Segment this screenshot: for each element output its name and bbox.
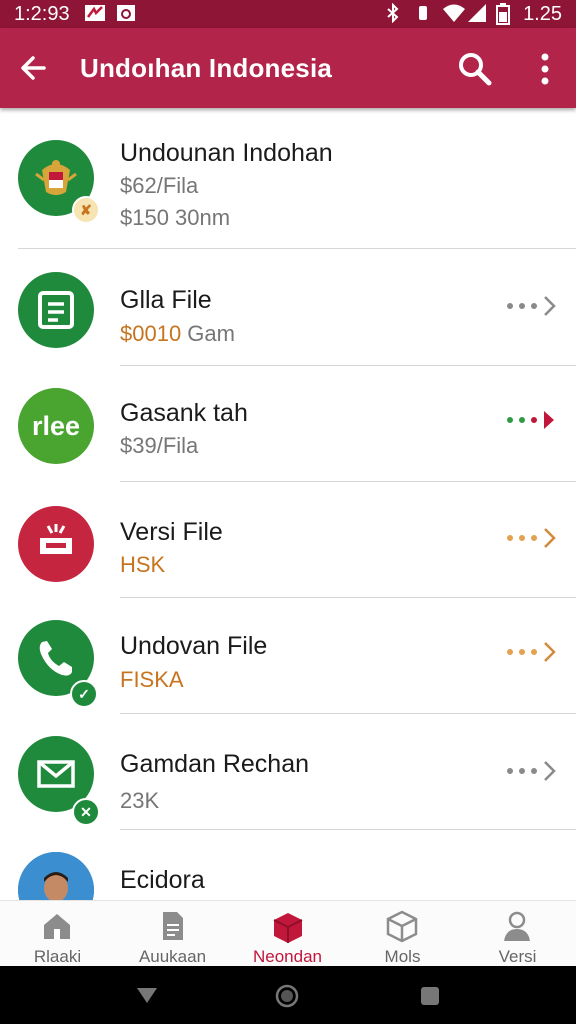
back-button[interactable] (18, 50, 50, 86)
status-time: 1:2:93 (14, 3, 70, 25)
nav-label: Mols (384, 947, 421, 966)
list-item[interactable]: Glla File $0010 Gam (0, 250, 576, 366)
wifi-icon (442, 3, 466, 28)
back-triangle-icon[interactable] (136, 986, 158, 1004)
home-icon (44, 914, 70, 939)
nav-label: Versi (498, 947, 537, 966)
status-badge: ✓ (70, 680, 98, 708)
status-badge: ✘ (72, 196, 100, 224)
item-unit: Gam (181, 321, 235, 346)
nav-item-mols[interactable]: Mols (345, 901, 460, 967)
item-subtitle: HSK (120, 552, 166, 577)
more-dots-button[interactable] (504, 294, 560, 318)
more-dots-icon (507, 761, 556, 781)
more-vert-icon (541, 53, 549, 85)
person-photo-icon (18, 852, 94, 900)
item-title: Undounan Indohan (120, 139, 333, 167)
item-price: $0010 (120, 321, 182, 346)
search-button[interactable] (456, 50, 494, 88)
status-right-time: 1.25 (523, 3, 562, 25)
status-bar: 1:2:93 1.25 (0, 0, 576, 28)
more-dots-orange-icon (507, 642, 556, 662)
home-circle-icon[interactable] (275, 984, 299, 1008)
divider (18, 248, 576, 249)
battery-icon (496, 3, 510, 30)
nav-label: Rlaaki (33, 947, 82, 966)
item-title: Versi File (120, 518, 223, 546)
page-title: Undoıhan Indonesia (80, 53, 333, 83)
list-item[interactable]: rlee Gasank tah $39/Fila (0, 366, 576, 482)
list-item[interactable]: ✘ Undounan Indohan $62/Fila $150 30nm (0, 108, 576, 249)
person-icon (504, 911, 530, 941)
rlee-logo-text: rlee (32, 411, 80, 441)
item-subtitle: $39/Fila (120, 433, 199, 458)
item-title: Ecidora (120, 866, 205, 894)
recents-square-icon[interactable] (420, 986, 440, 1006)
item-title: Glla File (120, 286, 212, 314)
search-icon (459, 53, 492, 86)
app-bar: Undoıhan Indonesia (0, 28, 576, 108)
inbox-icon (18, 506, 94, 582)
bluetooth-icon (386, 2, 400, 28)
file-icon (163, 912, 183, 940)
arrow-left-icon (21, 56, 46, 80)
box-icon (273, 913, 303, 943)
item-title: Gamdan Rechan (120, 750, 310, 778)
more-dots-button[interactable] (504, 526, 560, 550)
file-list: ✘ Undounan Indohan $62/Fila $150 30nm Gl… (0, 108, 576, 900)
document-icon (18, 272, 94, 348)
rlee-logo-icon: rlee (18, 388, 94, 464)
status-badge: ✕ (72, 798, 100, 826)
item-subtitle: $62/Fila (120, 173, 199, 198)
item-detail: $150 30nm (120, 205, 231, 230)
item-title: Gasank tah (120, 399, 248, 427)
signal-icon (466, 3, 488, 28)
list-item[interactable]: Versi File HSK (0, 482, 576, 598)
more-options-button[interactable] (530, 50, 560, 88)
more-dots-button[interactable] (504, 640, 560, 664)
nav-item-neondan[interactable]: Neondan (230, 901, 345, 967)
list-item[interactable]: ✓ Undovan File FISKA (0, 598, 576, 714)
system-navigation-bar (0, 966, 576, 1024)
nav-label: Neondan (252, 947, 322, 966)
item-subtitle: 23K (120, 788, 160, 813)
nav-item-auukaan[interactable]: Auukaan (115, 901, 230, 967)
more-dots-button[interactable] (504, 759, 560, 783)
more-dots-red-icon (507, 411, 554, 429)
package-icon (386, 910, 418, 943)
vibrate-icon (414, 3, 432, 28)
nav-item-versi[interactable]: Versi (460, 901, 575, 967)
list-item[interactable]: ✕ Gamdan Rechan 23K (0, 714, 576, 830)
more-dots-button[interactable] (504, 408, 560, 432)
notification-icon (84, 3, 106, 28)
more-dots-orange-icon (507, 528, 556, 548)
item-title: Undovan File (120, 632, 268, 660)
more-dots-icon (507, 296, 556, 316)
nav-item-rlaaki[interactable]: Rlaaki (0, 901, 115, 967)
nav-label: Auukaan (138, 947, 207, 966)
camera-icon (116, 3, 136, 28)
item-subtitle: FISKA (120, 667, 184, 692)
bottom-navigation: Rlaaki Auukaan Neondan Mols Versi (0, 900, 576, 967)
list-item[interactable]: Ecidora (0, 830, 576, 900)
item-subtitle: $0010 Gam (120, 321, 235, 347)
